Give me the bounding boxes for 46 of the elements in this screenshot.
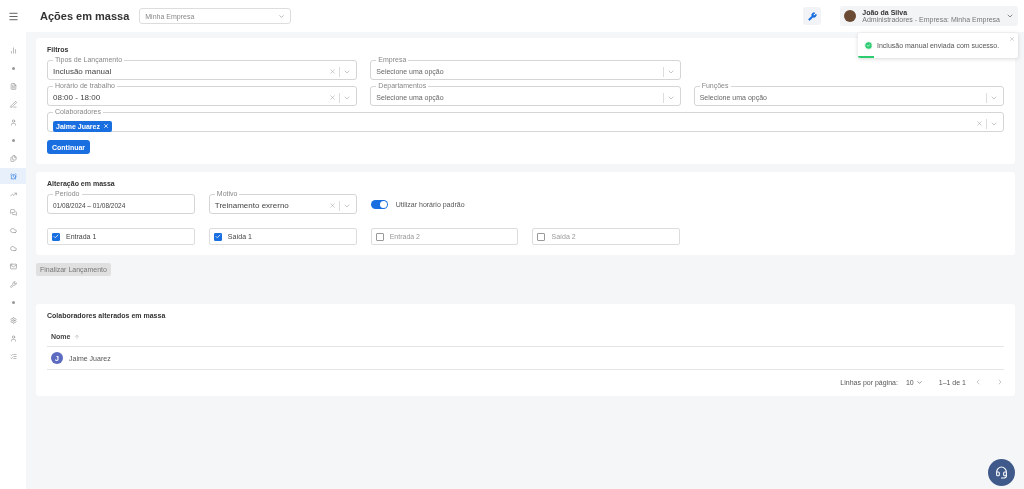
trend-line-icon[interactable] xyxy=(9,190,17,198)
close-button[interactable] xyxy=(1009,36,1015,42)
chevron-down-icon xyxy=(1006,12,1014,20)
next-page-button[interactable] xyxy=(996,378,1004,386)
checkbox[interactable] xyxy=(375,232,384,241)
wrench-icon xyxy=(807,11,817,21)
field-value: Treinamento exrerno xyxy=(214,201,290,210)
documents-icon[interactable] xyxy=(9,154,17,162)
checklist-icon[interactable] xyxy=(9,352,17,360)
cloud-icon[interactable] xyxy=(9,226,17,234)
alarm-clock-icon[interactable] xyxy=(9,172,17,180)
clear-icon[interactable] xyxy=(329,94,337,101)
remove-icon[interactable] xyxy=(103,123,109,129)
support-button[interactable] xyxy=(988,459,1015,486)
mail-icon[interactable] xyxy=(9,262,17,270)
caret-icon xyxy=(915,378,923,386)
menu-icon[interactable] xyxy=(7,10,19,22)
previous-page-button[interactable] xyxy=(974,378,982,386)
field-value: 08:00 - 18:00 xyxy=(53,93,102,102)
toggle-switch[interactable] xyxy=(370,199,388,209)
chat-icon[interactable] xyxy=(9,208,17,216)
settings-icon[interactable] xyxy=(9,316,17,324)
checkbox[interactable] xyxy=(213,232,222,241)
field-value: Inclusão manual xyxy=(53,67,113,76)
dot-icon xyxy=(11,138,15,142)
dot-icon xyxy=(11,300,15,304)
user-icon[interactable] xyxy=(9,334,17,342)
page-title: Ações em massa xyxy=(40,10,130,22)
bar-chart-icon[interactable] xyxy=(9,46,17,54)
cloud-icon[interactable] xyxy=(9,244,17,252)
user-icon[interactable] xyxy=(9,118,17,126)
checkbox[interactable] xyxy=(537,232,546,241)
clear-icon[interactable] xyxy=(329,68,337,75)
dot-icon xyxy=(11,66,15,70)
headset-icon xyxy=(995,466,1008,479)
document-icon[interactable] xyxy=(9,82,17,90)
check-circle-icon xyxy=(864,41,873,50)
wrench-button[interactable] xyxy=(803,7,822,25)
sort-arrow-icon[interactable] xyxy=(74,333,81,340)
avatar xyxy=(844,10,857,22)
chevron-down-icon xyxy=(278,12,286,20)
wrench-icon[interactable] xyxy=(9,280,17,288)
clear-icon[interactable] xyxy=(976,120,983,127)
pen-icon[interactable] xyxy=(9,100,17,108)
checkbox[interactable] xyxy=(52,232,60,241)
clear-icon[interactable] xyxy=(328,202,336,209)
